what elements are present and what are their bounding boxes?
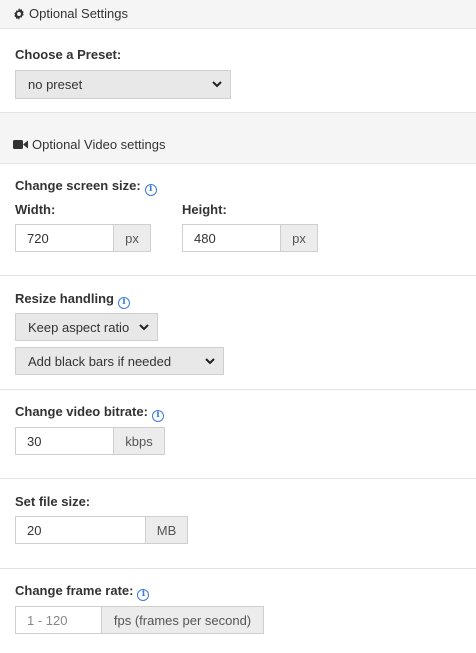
preset-select-value: no preset [28,77,83,92]
bitrate-label-text: Change video bitrate: [15,404,148,419]
section-title: Optional Settings [29,6,129,21]
divider [0,275,476,276]
resize-bars-value: Add black bars if needed [28,353,172,369]
preset-select[interactable]: no preset [15,70,231,99]
framerate-field[interactable]: 1 - 120 [15,606,102,634]
resize-bars-select[interactable]: Add black bars if needed [15,347,224,375]
info-icon[interactable]: i [117,296,130,309]
resize-mode-select[interactable]: Keep aspect ratio [15,313,158,341]
framerate-unit: fps (frames per second) [102,606,264,634]
framerate-label: Change frame rate: i [15,583,150,601]
bitrate-input-group: 30 kbps [15,427,165,455]
bitrate-field[interactable]: 30 [15,427,114,455]
height-field[interactable]: 480 [182,224,281,252]
chevron-down-icon [205,357,215,365]
video-camera-icon [13,139,28,150]
resize-handling-label: Resize handling i [15,291,130,309]
resize-handling-label-text: Resize handling [15,291,114,306]
width-unit: px [114,224,151,252]
info-icon[interactable]: i [151,409,164,422]
resize-mode-value: Keep aspect ratio [28,319,130,335]
optional-settings-header: Optional Settings [0,0,476,29]
chevron-down-icon [139,323,149,331]
divider [0,389,476,390]
bitrate-unit: kbps [114,427,165,455]
gear-icon [13,7,25,20]
divider [0,568,476,569]
section-title: Optional Video settings [32,136,166,152]
screen-size-label-text: Change screen size: [15,178,141,193]
filesize-field[interactable]: 20 [15,516,146,544]
width-label: Width: [15,202,56,217]
chevron-down-icon [212,81,222,88]
divider [0,478,476,479]
info-icon[interactable]: i [144,183,157,196]
preset-label: Choose a Preset: [15,47,122,62]
filesize-unit: MB [146,516,188,544]
info-icon[interactable]: i [137,588,150,601]
video-settings-header: Optional Video settings [0,112,476,164]
framerate-input-group: 1 - 120 fps (frames per second) [15,606,264,634]
width-field[interactable]: 720 [15,224,114,252]
height-label: Height: [182,202,227,217]
filesize-label: Set file size: [15,494,91,509]
framerate-label-text: Change frame rate: [15,583,134,598]
filesize-input-group: 20 MB [15,516,188,544]
bitrate-label: Change video bitrate: i [15,404,164,422]
screen-size-label: Change screen size: i [15,178,157,196]
height-unit: px [281,224,318,252]
height-input-group: 480 px [182,224,318,252]
width-input-group: 720 px [15,224,151,252]
